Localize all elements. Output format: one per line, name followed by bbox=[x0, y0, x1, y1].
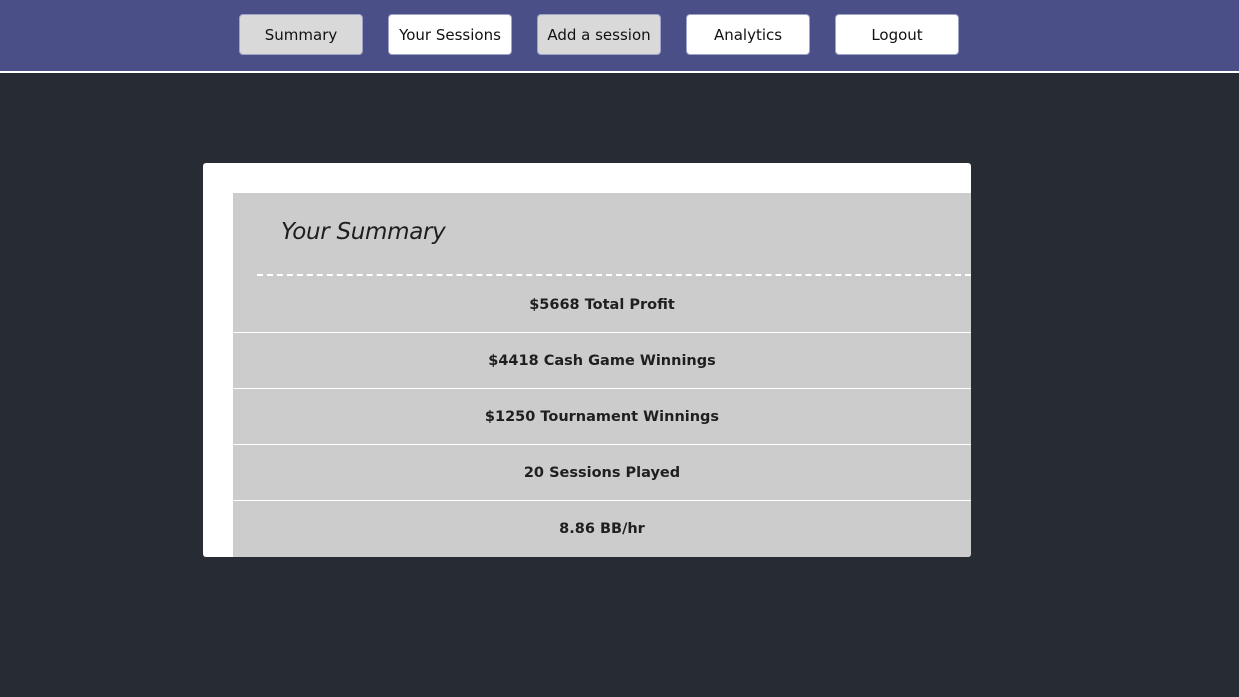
top-navbar: Summary Your Sessions Add a session Anal… bbox=[0, 0, 1239, 73]
summary-title: Your Summary bbox=[281, 219, 446, 245]
nav-summary-button[interactable]: Summary bbox=[239, 14, 363, 55]
stat-cash-game-winnings: $4418 Cash Game Winnings bbox=[233, 333, 971, 389]
summary-box: Your Summary $5668 Total Profit $4418 Ca… bbox=[233, 193, 971, 557]
nav-logout-button[interactable]: Logout bbox=[835, 14, 959, 55]
stat-tournament-winnings: $1250 Tournament Winnings bbox=[233, 389, 971, 445]
nav-add-session-button[interactable]: Add a session bbox=[537, 14, 661, 55]
dashed-divider bbox=[257, 274, 971, 276]
stat-bb-per-hour: 8.86 BB/hr bbox=[559, 521, 645, 537]
summary-panel: Your Summary $5668 Total Profit $4418 Ca… bbox=[203, 163, 971, 557]
nav-your-sessions-button[interactable]: Your Sessions bbox=[388, 14, 512, 55]
stat-total-profit: $5668 Total Profit bbox=[233, 277, 971, 333]
nav-analytics-button[interactable]: Analytics bbox=[686, 14, 810, 55]
stat-sessions-played: 20 Sessions Played bbox=[233, 445, 971, 501]
